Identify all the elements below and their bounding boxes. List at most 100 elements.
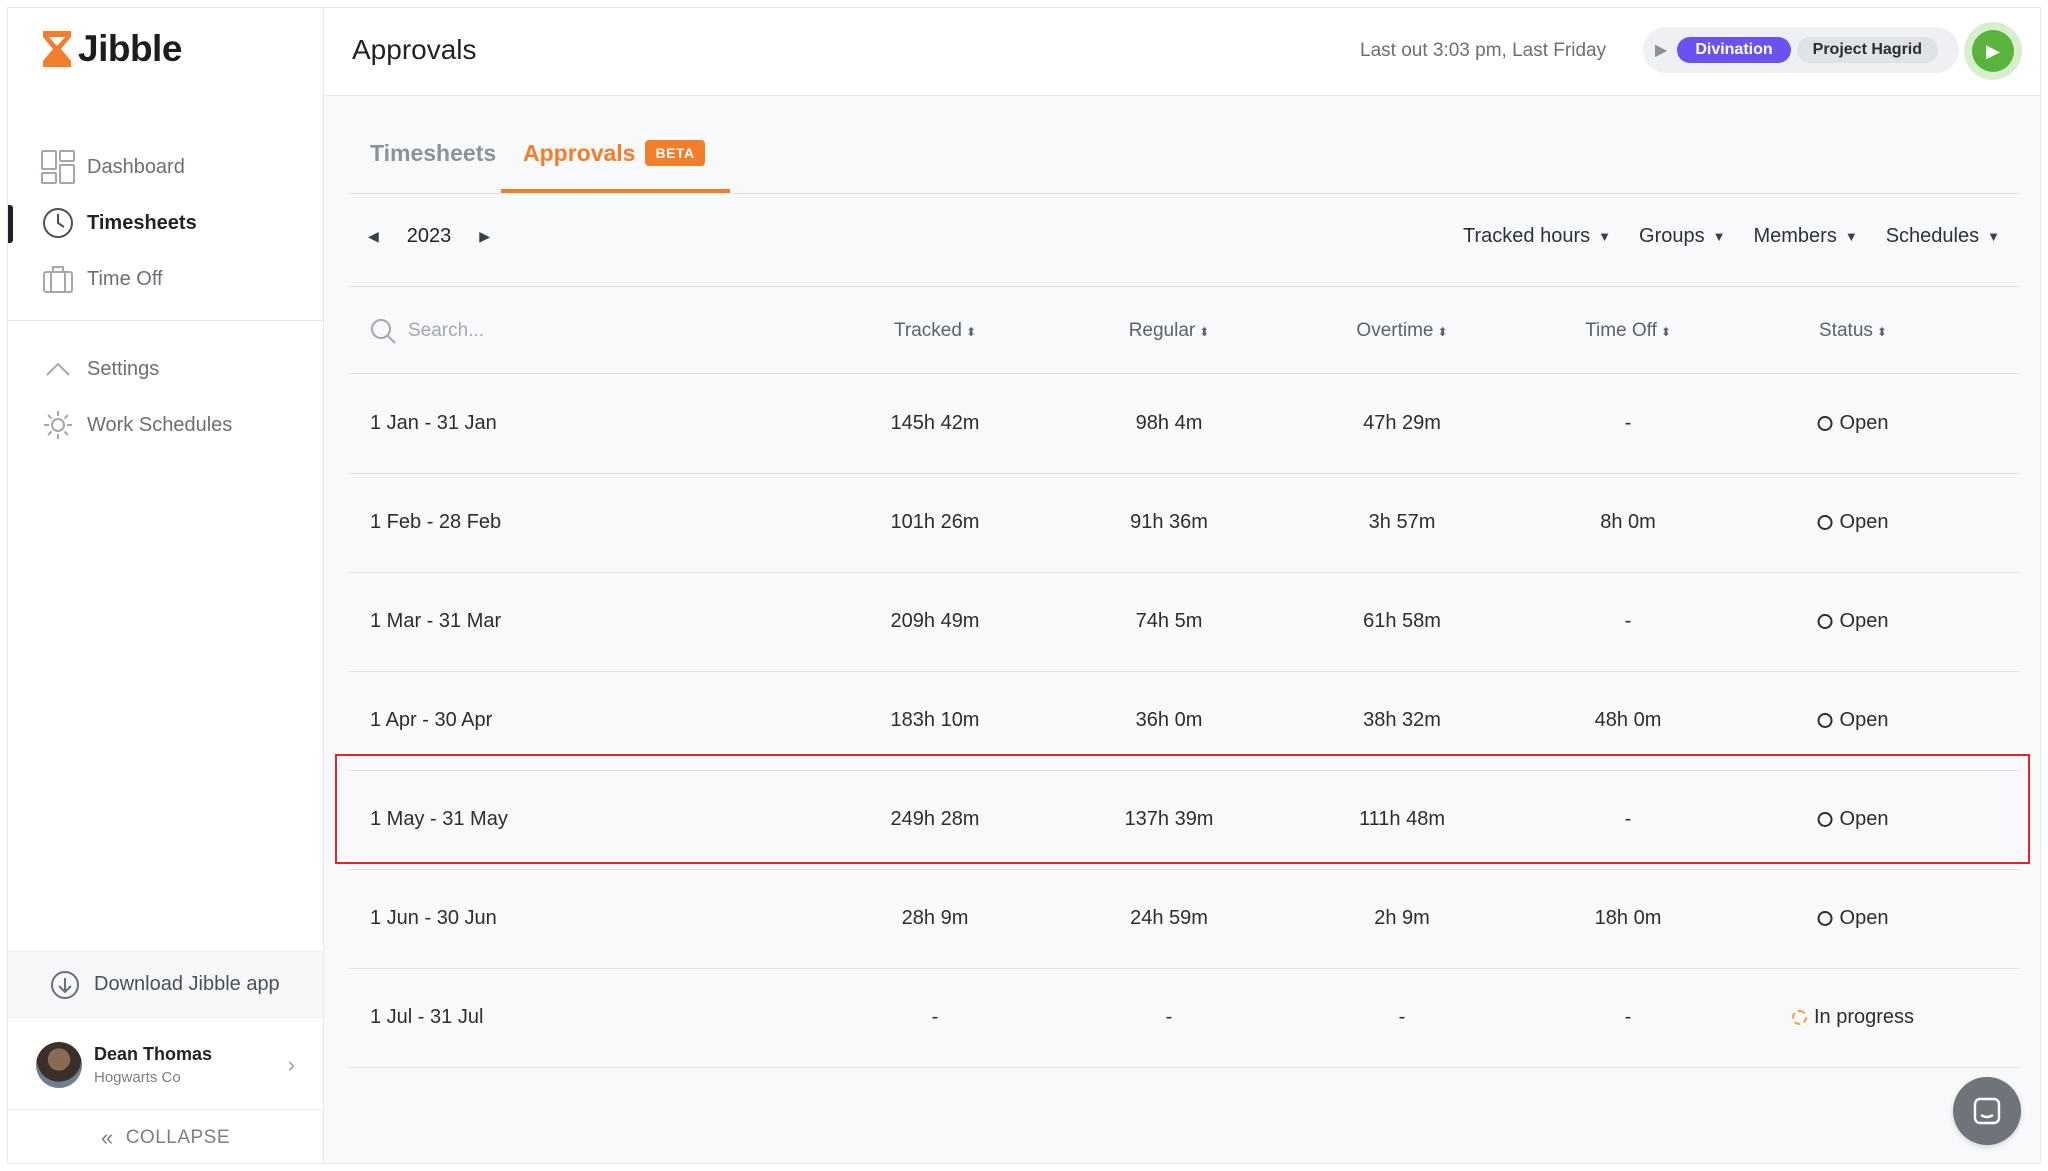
download-label: Download Jibble app [94, 973, 280, 995]
sidebar-item-label: Work Schedules [87, 413, 233, 436]
top-header: Approvals Last out 3:03 pm, Last Friday … [324, 8, 2040, 96]
caret-down-icon: ▼ [1844, 229, 1858, 244]
sidebar: Jibble Dashboard Timesheets Time Off Set… [8, 8, 324, 1163]
table-row[interactable]: 1 Jul - 31 Jul - - - - In progress [348, 969, 2020, 1068]
status-open-icon [1817, 812, 1833, 827]
project-tag: Project Hagrid [1796, 37, 1939, 63]
tab-label: Approvals [523, 140, 636, 166]
filter-tracked-hours[interactable]: Tracked hours ▼ [1463, 225, 1611, 248]
sidebar-item-time-off[interactable]: Time Off [8, 251, 323, 307]
chat-button[interactable] [1953, 1077, 2021, 1145]
caret-right-icon[interactable]: ▶ [479, 228, 490, 245]
tab-timesheets[interactable]: Timesheets [370, 140, 496, 167]
cell-status: Open [1817, 412, 1889, 435]
cell-overtime: 2h 9m [1374, 907, 1430, 929]
filter-label: Tracked hours [1463, 225, 1591, 247]
play-icon: ▶ [1655, 42, 1668, 59]
column-label: Tracked [894, 320, 962, 341]
table-row[interactable]: 1 Mar - 31 Mar 209h 49m 74h 5m 61h 58m - Open [348, 573, 2020, 672]
tab-approvals[interactable]: Approvals BETA [523, 139, 705, 167]
user-profile[interactable]: Dean Thomas Hogwarts Co › [8, 1020, 323, 1110]
chevron-up-icon [41, 352, 75, 386]
jibble-logo-icon [43, 31, 71, 67]
toolbar: ◀ 2023 ▶ Tracked hours ▼ Groups ▼ Members ▼… [348, 195, 2020, 287]
column-label: Regular [1128, 320, 1196, 341]
avatar [36, 1041, 82, 1088]
clock-icon [41, 206, 75, 240]
cell-period: 1 Apr - 30 Apr [370, 709, 493, 731]
column-label: Overtime [1356, 320, 1434, 341]
cell-regular: 137h 39m [1124, 808, 1214, 830]
cell-overtime: 47h 29m [1363, 412, 1441, 434]
sidebar-item-timesheets[interactable]: Timesheets [8, 195, 323, 251]
cell-overtime: 3h 57m [1368, 511, 1436, 533]
filter-groups[interactable]: Groups ▼ [1639, 225, 1725, 248]
cell-regular: 98h 4m [1135, 412, 1203, 434]
cell-period: 1 Jul - 31 Jul [370, 1006, 484, 1028]
sidebar-item-label: Time Off [87, 267, 163, 290]
column-header-status[interactable]: Status ⬍ [1819, 320, 1887, 342]
sidebar-item-label: Settings [87, 357, 160, 380]
page-title: Approvals [352, 34, 477, 65]
status-open-icon [1817, 416, 1833, 431]
table-row[interactable]: 1 Apr - 30 Apr 183h 10m 36h 0m 38h 32m 48h 0… [348, 672, 2020, 771]
filter-members[interactable]: Members ▼ [1753, 225, 1857, 248]
year-navigator: ◀ 2023 ▶ [368, 225, 490, 248]
table-header: Search... Tracked ⬍ Regular ⬍ Overtime ⬍ Ti… [348, 288, 2020, 374]
sort-icon: ⬍ [1660, 325, 1671, 339]
caret-down-icon: ▼ [1987, 229, 2000, 244]
download-icon [51, 970, 79, 999]
column-header-time-off[interactable]: Time Off ⬍ [1585, 320, 1671, 342]
sidebar-divider [8, 320, 323, 321]
cell-tracked: 28h 9m [901, 907, 969, 929]
filter-schedules[interactable]: Schedules ▼ [1886, 225, 2000, 248]
work-schedule-icon [41, 408, 75, 442]
main-content: Timesheets Approvals BETA ◀ 2023 ▶ Tracke… [324, 96, 2040, 1163]
user-org: Hogwarts Co [94, 1068, 181, 1086]
cell-tracked: 209h 49m [890, 610, 980, 632]
cell-tracked: 249h 28m [890, 808, 980, 830]
cell-period: 1 Mar - 31 Mar [370, 610, 502, 632]
sidebar-item-work-schedules[interactable]: Work Schedules [8, 397, 323, 453]
column-header-regular[interactable]: Regular ⬍ [1129, 320, 1210, 342]
table-row[interactable]: 1 Jun - 30 Jun 28h 9m 24h 59m 2h 9m 18h 0m Op… [348, 870, 2020, 969]
cell-overtime: 38h 32m [1363, 709, 1441, 731]
collapse-button[interactable]: « COLLAPSE [8, 1112, 323, 1164]
table-row[interactable]: 1 May - 31 May 249h 28m 137h 39m 111h 48m - O… [348, 771, 2020, 870]
table-row[interactable]: 1 Jan - 31 Jan 145h 42m 98h 4m 47h 29m - Open [348, 375, 2020, 474]
current-activity-pill[interactable]: ▶ Divination Project Hagrid [1643, 27, 1959, 73]
download-app-button[interactable]: Download Jibble app [8, 951, 323, 1018]
cell-status: Open [1817, 709, 1888, 732]
sort-icon: ⬍ [1876, 325, 1887, 339]
active-tab-indicator [501, 189, 730, 193]
cell-overtime: 111h 48m [1359, 808, 1445, 830]
status-label: Open [1839, 412, 1889, 434]
sort-icon: ⬍ [965, 325, 976, 339]
status-label: Open [1839, 610, 1889, 632]
search-box[interactable]: Search... [370, 318, 484, 344]
last-out-text: Last out 3:03 pm, Last Friday [1360, 40, 1607, 61]
cell-overtime: - [1398, 1006, 1406, 1028]
user-name: Dean Thomas [94, 1043, 213, 1064]
table-row[interactable]: 1 Feb - 28 Feb 101h 26m 91h 36m 3h 57m 8h 0m… [348, 474, 2020, 573]
status-label: Open [1839, 808, 1889, 830]
beta-badge: BETA [645, 139, 705, 166]
cell-tracked: - [931, 1006, 939, 1028]
sidebar-item-dashboard[interactable]: Dashboard [8, 139, 323, 195]
cell-period: 1 Jun - 30 Jun [370, 907, 497, 929]
cell-period: 1 Feb - 28 Feb [370, 511, 502, 533]
clock-in-button[interactable]: ▶ [1964, 22, 2022, 80]
cell-status: Open [1817, 511, 1888, 534]
cell-status: Open [1817, 610, 1889, 633]
suitcase-icon [41, 262, 75, 296]
cell-time-off: 8h 0m [1600, 511, 1656, 533]
caret-left-icon[interactable]: ◀ [368, 228, 379, 245]
jibble-logo[interactable]: Jibble [40, 28, 182, 70]
sidebar-item-label: Timesheets [87, 211, 197, 234]
column-header-overtime[interactable]: Overtime ⬍ [1356, 320, 1447, 342]
sidebar-item-settings[interactable]: Settings [8, 341, 323, 397]
play-icon: ▶ [1972, 30, 2014, 72]
caret-down-icon: ▼ [1712, 229, 1726, 244]
column-header-tracked[interactable]: Tracked ⬍ [894, 320, 976, 342]
settings-nav: Settings Work Schedules [8, 341, 323, 453]
